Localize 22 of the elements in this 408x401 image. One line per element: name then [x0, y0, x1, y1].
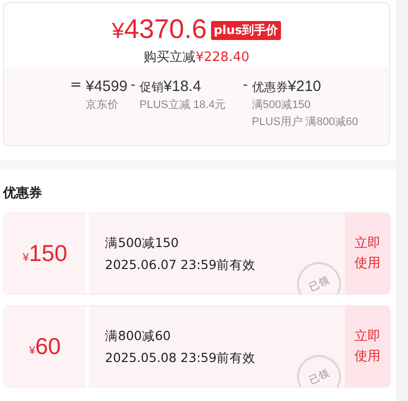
- breakdown-note: PLUS用户 满800减60: [252, 114, 358, 130]
- use-now-button[interactable]: 立即使用: [345, 306, 390, 387]
- breakdown-value: ¥4599: [86, 77, 128, 97]
- breakdown-note: 满500减150: [252, 98, 312, 113]
- coupon-rule: 满500减150: [105, 234, 180, 252]
- coupon-validity: 2025.06.07 23:59前有效: [105, 256, 257, 274]
- operator: =: [70, 77, 82, 95]
- operator: -: [242, 77, 248, 95]
- coupon-rule: 满800减60: [105, 327, 172, 345]
- final-price: ¥4370.6: [112, 14, 207, 46]
- breakdown-note: PLUS立减 18.4元: [140, 98, 226, 113]
- breakdown-note: 京东价: [86, 98, 120, 113]
- saving-text: 购买立减¥228.40: [144, 49, 250, 66]
- use-now-button[interactable]: 立即使用: [345, 213, 390, 294]
- breakdown-value: 促销¥18.4: [140, 77, 202, 97]
- coupon-amount: ¥60: [29, 333, 61, 360]
- operator: -: [130, 77, 136, 95]
- plus-price-badge: plus到手价: [210, 20, 282, 40]
- coupon-validity: 2025.05.08 23:59前有效: [105, 349, 257, 367]
- section-title: 优惠券: [3, 185, 43, 202]
- breakdown-value: 优惠券¥210: [252, 77, 322, 97]
- coupon-amount: ¥150: [22, 240, 68, 267]
